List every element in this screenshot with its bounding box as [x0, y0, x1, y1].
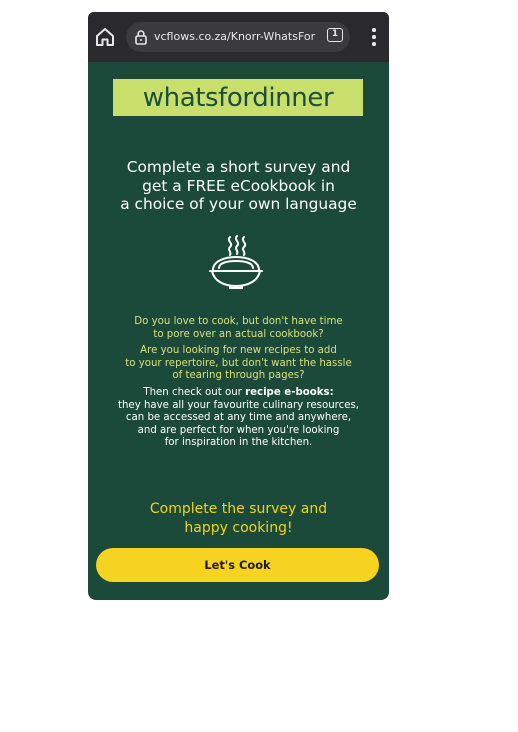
recipe-ebooks-emphasis: recipe e-books:: [245, 386, 334, 398]
intro-text: Do you love to cook, but don't have time…: [98, 316, 379, 450]
intro-paragraph-3: Then check out our recipe e-books: they …: [98, 387, 379, 450]
tab-count: 1: [331, 29, 339, 39]
text-line: Then check out our recipe e-books:: [98, 387, 379, 400]
home-icon: [96, 28, 114, 46]
cta-text: Complete the survey and happy cooking!: [98, 500, 379, 538]
headline-line: a choice of your own language: [120, 195, 357, 213]
noodle-bowl-icon: [209, 235, 263, 289]
intro-paragraph-2: Are you looking for new recipes to add t…: [98, 345, 379, 383]
intro-paragraph-1: Do you love to cook, but don't have time…: [98, 316, 379, 341]
text-line: they have all your favourite culinary re…: [117, 399, 360, 411]
headline-line: get a FREE eCookbook in: [142, 176, 335, 195]
text-line: Do you love to cook, but don't have time: [134, 316, 343, 327]
text-line: can be accessed at any time and anywhere…: [125, 412, 352, 424]
lock-icon: [135, 30, 147, 45]
text-line: to your repertoire, but don't want the h…: [125, 357, 352, 369]
phone-screen: vcflows.co.za/Knorr-WhatsFor 1 whatsford…: [88, 12, 389, 600]
more-vert-icon[interactable]: [370, 26, 378, 48]
text-line: to pore over an actual cookbook?: [153, 328, 324, 340]
headline: Complete a short survey and get a FREE e…: [98, 158, 379, 214]
text-line: Are you looking for new recipes to add: [140, 345, 337, 357]
home-button[interactable]: [94, 26, 116, 48]
browser-toolbar: vcflows.co.za/Knorr-WhatsFor 1: [88, 12, 389, 62]
cta-line: Complete the survey and: [149, 501, 328, 517]
text-fragment: Then check out our: [143, 386, 246, 398]
brand-logo-text: whatsfordinner: [142, 82, 334, 113]
url-text: vcflows.co.za/Knorr-WhatsFor: [154, 30, 316, 43]
address-bar[interactable]: vcflows.co.za/Knorr-WhatsFor: [126, 22, 350, 52]
text-line: of tearing through pages?: [172, 370, 305, 382]
lets-cook-button[interactable]: Let's Cook: [96, 548, 379, 582]
brand-logo: whatsfordinner: [113, 79, 363, 116]
tab-switcher-button[interactable]: 1: [327, 28, 345, 44]
text-line: for inspiration in the kitchen.: [164, 437, 313, 449]
cta-line: happy cooking!: [184, 520, 293, 536]
text-line: and are perfect for when you're looking: [137, 424, 340, 436]
tabs-icon: 1: [327, 28, 343, 42]
headline-line: Complete a short survey and: [126, 158, 351, 176]
